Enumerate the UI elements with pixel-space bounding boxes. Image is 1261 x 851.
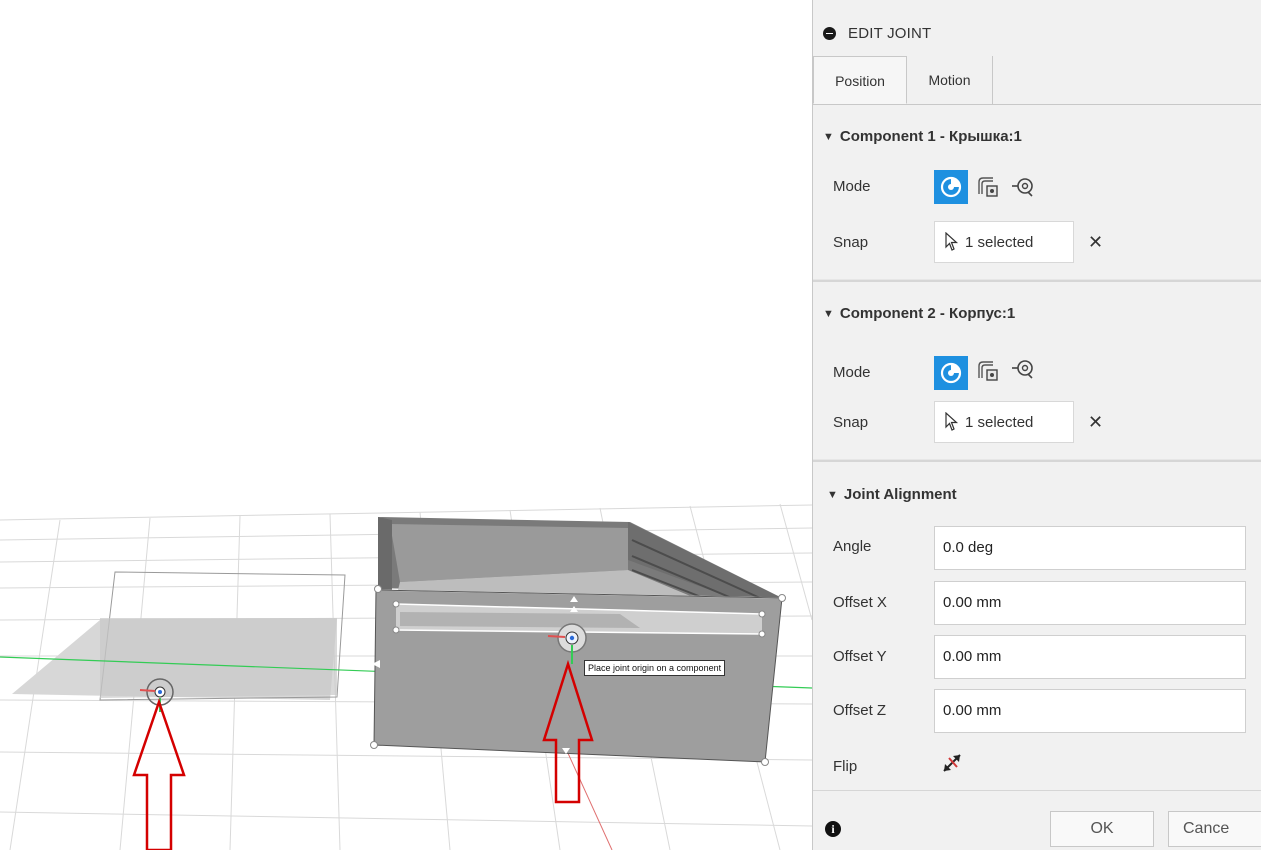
section-divider <box>813 459 1261 462</box>
component1-clear-selection-icon[interactable]: ✕ <box>1088 232 1103 253</box>
offset-y-input[interactable]: 0.00 mm <box>934 635 1246 679</box>
tab-position[interactable]: Position <box>813 56 907 104</box>
joint-alignment-section-header[interactable]: ▼ Joint Alignment <box>827 486 957 503</box>
expand-triangle-icon: ▼ <box>823 308 834 320</box>
component2-snap-value: 1 selected <box>965 413 1034 431</box>
section-divider <box>813 279 1261 282</box>
component1-snap-label: Snap <box>833 234 869 251</box>
component1-mode-between-button[interactable] <box>971 170 1005 204</box>
component1-title: Component 1 - Крышка:1 <box>839 128 1022 145</box>
snap-simple-icon <box>940 176 962 198</box>
tab-motion[interactable]: Motion <box>907 56 993 104</box>
between-two-faces-icon <box>978 177 998 197</box>
viewport-scene <box>0 503 812 850</box>
cursor-select-icon <box>943 232 961 252</box>
component1-mode-label: Mode <box>833 178 871 195</box>
component2-section-header[interactable]: ▼ Component 2 - Корпус:1 <box>823 305 1015 322</box>
component2-mode-two-edge-button[interactable] <box>1006 352 1040 386</box>
panel-header: EDIT JOINT <box>813 10 1261 56</box>
red-axis-line <box>561 739 613 850</box>
offset-y-label: Offset Y <box>833 648 887 665</box>
component1-snap-field[interactable]: 1 selected <box>934 221 1074 263</box>
component2-mode-between-button[interactable] <box>971 354 1005 388</box>
cancel-button[interactable]: Cance <box>1168 811 1261 847</box>
canvas-viewport[interactable]: Place joint origin on a component <box>0 0 812 850</box>
component1-mode-simple-button[interactable] <box>934 170 968 204</box>
component2-snap-field[interactable]: 1 selected <box>934 401 1074 443</box>
collapse-icon[interactable] <box>823 26 836 40</box>
panel-footer: i OK Cance <box>813 790 1261 851</box>
expand-triangle-icon: ▼ <box>823 131 834 143</box>
two-edge-intersection-icon <box>1012 360 1033 379</box>
edit-joint-panel: EDIT JOINT Position Motion ▼ Component 1 … <box>812 0 1261 850</box>
cursor-select-icon <box>943 412 961 432</box>
component2-clear-selection-icon[interactable]: ✕ <box>1088 412 1103 433</box>
component1-mode-two-edge-button[interactable] <box>1006 170 1040 204</box>
component2-mode-simple-button[interactable] <box>934 356 968 390</box>
component1-snap-value: 1 selected <box>965 233 1034 251</box>
offset-z-input[interactable]: 0.00 mm <box>934 689 1246 733</box>
component2-title: Component 2 - Корпус:1 <box>839 305 1016 322</box>
angle-input[interactable]: 0.0 deg <box>934 526 1246 570</box>
angle-label: Angle <box>833 538 872 555</box>
offset-z-label: Offset Z <box>833 702 887 719</box>
component1-section-header[interactable]: ▼ Component 1 - Крышка:1 <box>823 128 1022 145</box>
between-two-faces-icon <box>978 361 998 381</box>
info-icon[interactable]: i <box>825 821 841 837</box>
offset-x-label: Offset X <box>833 594 887 611</box>
tab-bar: Position Motion <box>813 56 1261 105</box>
lid-component <box>12 571 346 701</box>
two-edge-intersection-icon <box>1012 178 1033 197</box>
offset-x-input[interactable]: 0.00 mm <box>934 581 1246 625</box>
component2-mode-label: Mode <box>833 364 871 381</box>
flip-label: Flip <box>833 758 858 775</box>
joint-alignment-title: Joint Alignment <box>843 486 957 503</box>
flip-icon[interactable] <box>941 752 963 779</box>
panel-title: EDIT JOINT <box>848 24 932 42</box>
tooltip: Place joint origin on a component <box>584 660 726 676</box>
annotation-arrow-1-icon <box>132 698 186 850</box>
snap-simple-icon <box>940 362 962 384</box>
ok-button[interactable]: OK <box>1050 811 1154 847</box>
expand-triangle-icon: ▼ <box>827 489 838 501</box>
component2-snap-label: Snap <box>833 414 869 431</box>
